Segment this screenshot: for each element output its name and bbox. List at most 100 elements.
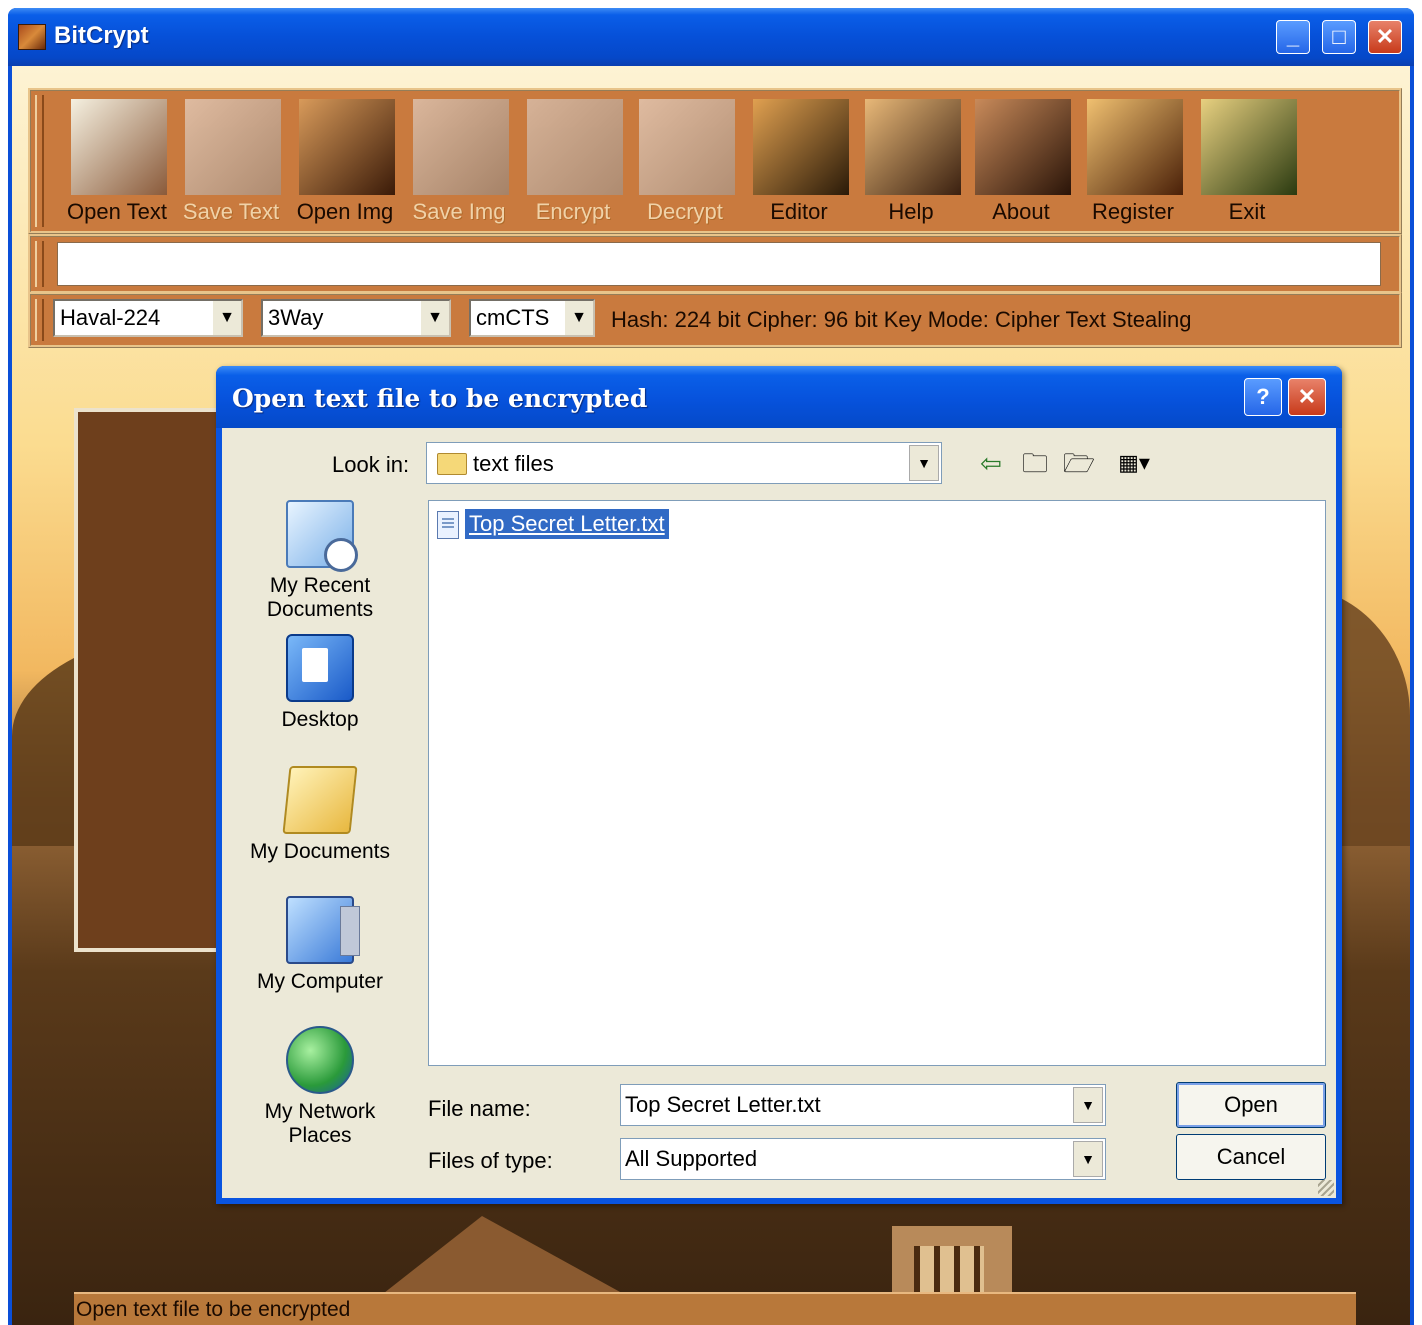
toolbar-button-help[interactable]: Help: [855, 99, 967, 227]
chevron-down-icon[interactable]: ▼: [563, 301, 593, 335]
place-my-network-places[interactable]: My Network Places: [230, 1026, 410, 1148]
main-toolbar: Open Text Save Text Open Img Save Img Encryp…: [28, 88, 1402, 234]
save-text-icon: [185, 99, 281, 195]
place-my-recent-documents[interactable]: My Recent Documents: [230, 500, 410, 622]
hash-select[interactable]: Haval-224 ▼: [53, 299, 243, 337]
status-bar: Open text file to be encrypted: [74, 1292, 1356, 1325]
open-button[interactable]: Open: [1176, 1082, 1326, 1128]
toolbar-button-save-img[interactable]: Save Img: [403, 99, 515, 227]
maximize-button[interactable]: □: [1322, 20, 1356, 54]
file-name: Top Secret Letter.txt: [464, 508, 670, 540]
dialog-help-button[interactable]: ?: [1244, 378, 1282, 416]
place-my-computer[interactable]: My Computer: [230, 896, 410, 994]
algorithm-info: Hash: 224 bit Cipher: 96 bit Key Mode: C…: [611, 307, 1192, 332]
toolbar-button-label: Save Text: [182, 199, 280, 224]
place-label: Desktop: [281, 708, 359, 731]
places-bar: My Recent Documents Desktop My Documents My…: [230, 494, 410, 1154]
toolbar-button-label: Register: [1092, 199, 1174, 224]
place-desktop[interactable]: Desktop: [230, 634, 410, 732]
text-bar: [28, 234, 1402, 294]
toolbar-button-save-text[interactable]: Save Text: [175, 99, 287, 227]
file-name-label: File name:: [428, 1096, 531, 1121]
mode-select[interactable]: cmCTS ▼: [469, 299, 595, 337]
look-in-label: Look in:: [332, 452, 410, 477]
close-icon: ✕: [1297, 384, 1317, 409]
chevron-down-icon[interactable]: ▼: [419, 301, 449, 335]
open-text-icon: [71, 99, 167, 195]
text-file-icon: [437, 511, 459, 539]
toolbar-button-label: Exit: [1228, 199, 1266, 224]
toolbar-button-label: Encrypt: [535, 199, 611, 224]
app-icon[interactable]: [18, 24, 46, 50]
title-bar[interactable]: BitCrypt _ □ ✕: [8, 8, 1414, 66]
textbar-grip[interactable]: [35, 241, 44, 287]
chevron-down-icon[interactable]: ▼: [211, 301, 241, 335]
text-input[interactable]: [57, 242, 1381, 286]
toolbar-button-open-text[interactable]: Open Text: [61, 99, 173, 227]
dialog-close-button[interactable]: ✕: [1288, 378, 1326, 416]
view-menu-icon[interactable]: ▦▾: [1110, 446, 1158, 480]
editor-icon: [753, 99, 849, 195]
file-type-select[interactable]: All Supported ▼: [620, 1138, 1106, 1180]
place-label: My Computer: [256, 970, 384, 993]
toolbar-button-exit[interactable]: Exit: [1191, 99, 1303, 227]
file-list[interactable]: Top Secret Letter.txt: [428, 500, 1326, 1066]
my-computer-icon: [286, 896, 360, 964]
decrypt-icon: [639, 99, 735, 195]
back-arrow-icon[interactable]: ⇦: [974, 446, 1008, 480]
up-folder-icon[interactable]: 🗀: [1018, 446, 1052, 480]
toolbar-button-label: Decrypt: [647, 199, 723, 224]
hash-value: Haval-224: [60, 305, 161, 330]
toolbar-button-about[interactable]: About: [965, 99, 1077, 227]
my-documents-icon: [282, 766, 358, 834]
cipher-value: 3Way: [268, 305, 324, 330]
chevron-down-icon[interactable]: ▼: [1073, 1087, 1103, 1123]
toolbar-button-decrypt[interactable]: Decrypt: [629, 99, 741, 227]
dialog-body: Look in: text files ▼ ⇦ 🗀 🗁 ▦▾ My Recent…: [222, 428, 1336, 1198]
register-icon: [1087, 99, 1183, 195]
help-icon: [865, 99, 961, 195]
toolbar-button-label: Open Text: [67, 199, 167, 224]
place-my-documents[interactable]: My Documents: [230, 766, 410, 864]
exit-icon: [1201, 99, 1297, 195]
close-button[interactable]: ✕: [1368, 20, 1402, 54]
about-icon: [975, 99, 1071, 195]
file-name-input[interactable]: Top Secret Letter.txt ▼: [620, 1084, 1106, 1126]
folder-icon: [437, 453, 467, 475]
maximize-icon: □: [1332, 24, 1346, 49]
image-panel: [74, 408, 222, 952]
save-img-icon: [413, 99, 509, 195]
file-name-value: Top Secret Letter.txt: [625, 1092, 821, 1117]
dialog-title: Open text file to be encrypted: [232, 384, 648, 413]
chevron-down-icon[interactable]: ▼: [1073, 1141, 1103, 1177]
close-icon: ✕: [1375, 24, 1395, 49]
toolbar-button-label: Help: [888, 199, 934, 224]
optbar-grip[interactable]: [35, 299, 44, 341]
minimize-icon: _: [1286, 24, 1300, 49]
cipher-select[interactable]: 3Way ▼: [261, 299, 451, 337]
toolbar-button-encrypt[interactable]: Encrypt: [517, 99, 629, 227]
toolbar-button-register[interactable]: Register: [1077, 99, 1189, 227]
toolbar-button-label: About: [992, 199, 1050, 224]
dialog-title-bar[interactable]: Open text file to be encrypted ? ✕: [216, 366, 1342, 428]
resize-grip[interactable]: [1318, 1180, 1334, 1196]
toolbar-button-label: Editor: [770, 199, 828, 224]
encrypt-icon: [527, 99, 623, 195]
mode-value: cmCTS: [476, 305, 550, 330]
cancel-button[interactable]: Cancel: [1176, 1134, 1326, 1180]
toolbar-grip[interactable]: [35, 95, 44, 227]
minimize-button[interactable]: _: [1276, 20, 1310, 54]
new-folder-icon[interactable]: 🗁: [1062, 446, 1096, 480]
desktop-icon: [286, 634, 354, 702]
help-question-icon: ?: [1256, 384, 1270, 409]
recent-documents-icon: [286, 500, 358, 572]
place-label: My Network Places: [264, 1100, 376, 1147]
look-in-select[interactable]: text files ▼: [426, 442, 942, 484]
window-title: BitCrypt: [54, 22, 149, 49]
network-places-icon: [286, 1026, 354, 1094]
toolbar-button-editor[interactable]: Editor: [743, 99, 855, 227]
chevron-down-icon[interactable]: ▼: [909, 445, 939, 481]
options-bar: Haval-224 ▼ 3Way ▼ cmCTS ▼ Hash: 224 bit…: [28, 292, 1402, 348]
toolbar-button-open-img[interactable]: Open Img: [289, 99, 401, 227]
place-label: My Documents: [249, 840, 391, 863]
